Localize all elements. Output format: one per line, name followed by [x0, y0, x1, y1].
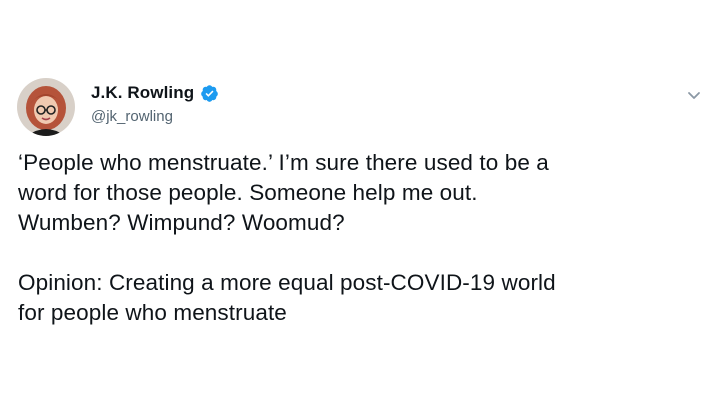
author-avatar[interactable]: [17, 78, 75, 136]
tweet-text: ‘People who menstruate.’ I’m sure there …: [18, 148, 698, 328]
author-name-row[interactable]: J.K. Rowling: [91, 83, 219, 103]
tweet-paragraph-1: ‘People who menstruate.’ I’m sure there …: [18, 150, 549, 235]
chevron-down-icon[interactable]: [683, 84, 705, 106]
avatar-image: [17, 78, 75, 136]
author-handle[interactable]: @jk_rowling: [91, 108, 173, 125]
verified-badge-icon: [200, 84, 219, 103]
author-display-name[interactable]: J.K. Rowling: [91, 83, 194, 103]
tweet-card: J.K. Rowling @jk_rowling ‘People who men…: [0, 0, 720, 405]
tweet-paragraph-2: Opinion: Creating a more equal post-COVI…: [18, 270, 556, 325]
